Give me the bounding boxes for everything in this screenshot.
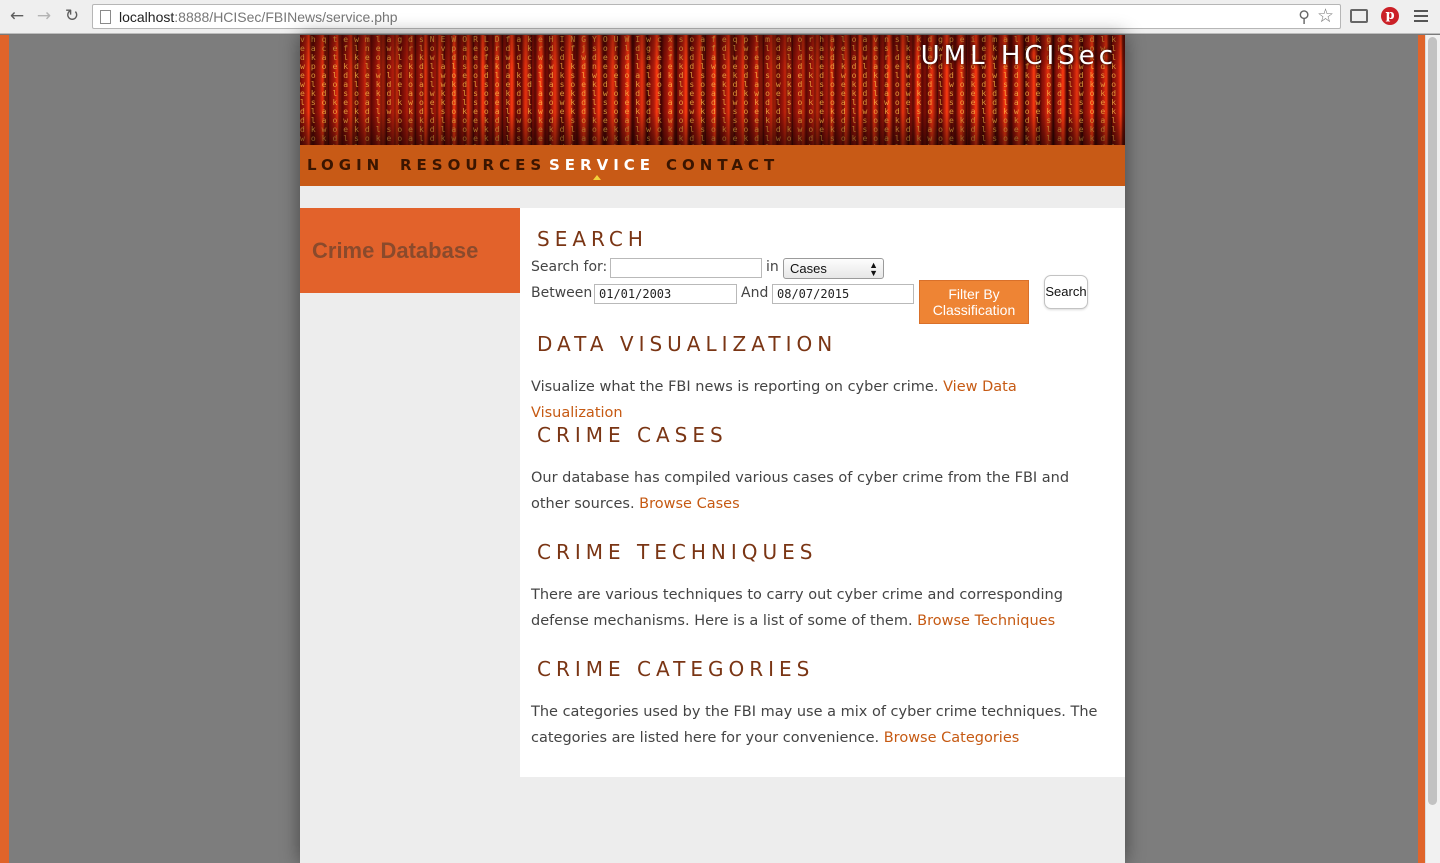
url-text[interactable]: localhost:8888/HCISec/FBINews/service.ph… [119, 9, 398, 25]
browser-toolbar: ← → ↻ localhost:8888/HCISec/FBINews/serv… [0, 0, 1440, 34]
search-input[interactable] [610, 258, 762, 278]
star-icon[interactable]: ☆ [1317, 5, 1334, 27]
page-container: vhqtewmlagdsNEWORLDfakeHINGYOUWIwcxsoafe… [300, 35, 1125, 863]
crime-cases-description: Our database has compiled various cases … [531, 470, 1070, 512]
forward-arrow-icon[interactable]: → [33, 5, 55, 27]
sidebar: Crime Database [300, 208, 520, 863]
sidebar-heading[interactable]: Crime Database [312, 238, 478, 264]
in-label: in [766, 259, 779, 275]
between-label: Between [531, 285, 593, 301]
nav-item-resources[interactable]: RESOURCES [400, 156, 546, 174]
search-button[interactable]: Search [1044, 275, 1088, 309]
site-title[interactable]: UML HCISec [921, 41, 1117, 71]
search-scope-select[interactable]: Cases ▲ ▼ [783, 258, 884, 279]
data-visualization-title: DATA VISUALIZATION [537, 332, 838, 356]
main-content: SEARCH Search for: in Cases ▲▼ Between A… [520, 208, 1125, 777]
nav-item-login[interactable]: LOGIN [307, 156, 384, 174]
url-host: localhost [119, 9, 175, 25]
page-icon [100, 10, 111, 24]
page-viewport: vhqtewmlagdsNEWORLDfakeHINGYOUWIwcxsoafe… [0, 35, 1440, 863]
back-arrow-icon[interactable]: ← [6, 5, 28, 27]
start-date-input[interactable] [594, 284, 737, 304]
main-navbar: LOGIN RESOURCES SERVICE CONTACT [300, 145, 1125, 186]
browse-cases-link[interactable]: Browse Cases [639, 496, 739, 512]
end-date-input[interactable] [772, 284, 914, 304]
search-title: SEARCH [537, 227, 648, 251]
data-visualization-text: Visualize what the FBI news is reporting… [531, 374, 1106, 426]
crime-categories-title: CRIME CATEGORIES [537, 657, 815, 681]
crime-techniques-text: There are various techniques to carry ou… [531, 582, 1106, 634]
address-bar[interactable]: localhost:8888/HCISec/FBINews/service.ph… [92, 4, 1341, 29]
reload-icon[interactable]: ↻ [61, 5, 83, 27]
scrollbar-thumb[interactable] [1428, 37, 1437, 805]
search-for-label: Search for: [531, 259, 608, 275]
pinterest-icon[interactable]: p [1381, 7, 1399, 25]
crime-categories-text: The categories used by the FBI may use a… [531, 699, 1106, 751]
crime-techniques-title: CRIME TECHNIQUES [537, 540, 818, 564]
background-stripe-right [1418, 35, 1425, 863]
select-arrows-icon: ▲ ▼ [869, 260, 878, 278]
sidebar-heading-box: Crime Database [300, 208, 520, 293]
crime-cases-text: Our database has compiled various cases … [531, 465, 1106, 517]
menu-icon[interactable] [1414, 10, 1428, 25]
zoom-icon[interactable]: ⚲ [1298, 7, 1310, 26]
active-nav-indicator [593, 175, 601, 180]
site-banner: vhqtewmlagdsNEWORLDfakeHINGYOUWIwcxsoafe… [300, 35, 1125, 145]
content-footer-area [520, 777, 1125, 863]
browse-categories-link[interactable]: Browse Categories [884, 730, 1020, 746]
url-path: :8888/HCISec/FBINews/service.php [174, 9, 398, 25]
nav-item-contact[interactable]: CONTACT [666, 156, 779, 174]
data-visualization-description: Visualize what the FBI news is reporting… [531, 379, 944, 395]
crime-cases-title: CRIME CASES [537, 423, 728, 447]
search-scope-value: Cases [790, 261, 827, 276]
browse-techniques-link[interactable]: Browse Techniques [917, 613, 1055, 629]
cast-icon[interactable] [1350, 9, 1368, 23]
background-stripe-left [0, 35, 9, 863]
filter-by-classification-button[interactable]: Filter By Classification [919, 280, 1029, 324]
and-label: And [741, 285, 769, 301]
nav-item-service[interactable]: SERVICE [549, 156, 655, 174]
subnav-spacer [300, 186, 1125, 208]
